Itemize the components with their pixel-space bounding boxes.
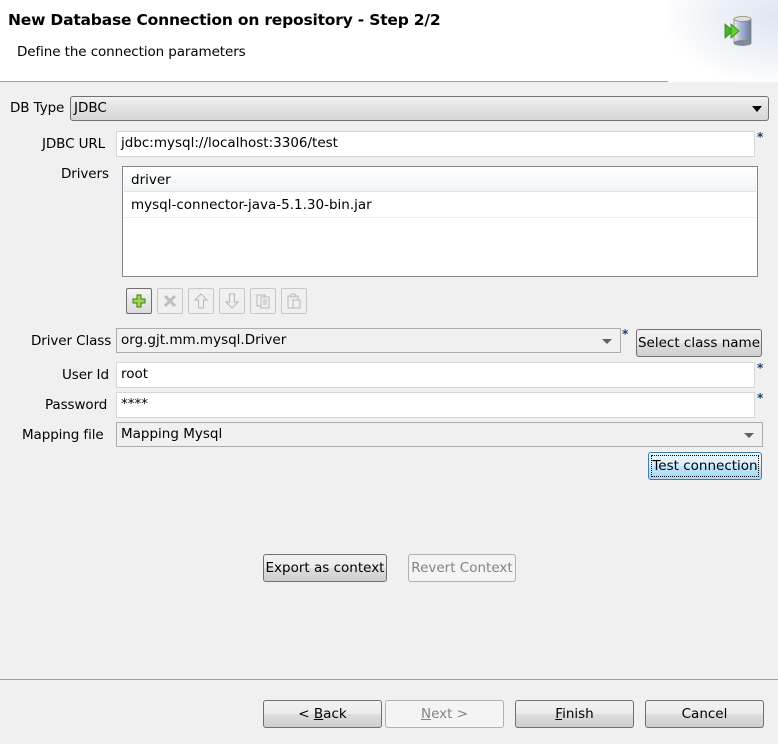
next-mnemonic: N bbox=[420, 706, 432, 722]
db-type-select[interactable]: JDBC bbox=[70, 96, 769, 121]
mapping-file-combo[interactable]: Mapping Mysql bbox=[116, 422, 763, 447]
password-label: Password bbox=[45, 397, 108, 413]
finish-rest: inish bbox=[562, 706, 594, 722]
revert-context-button[interactable]: Revert Context bbox=[408, 554, 516, 582]
paste-icon bbox=[287, 293, 301, 309]
footer-separator bbox=[0, 679, 778, 680]
back-prefix: < bbox=[298, 706, 314, 722]
mapping-file-label: Mapping file bbox=[22, 427, 104, 443]
paste-button[interactable] bbox=[281, 288, 307, 314]
drivers-label: Drivers bbox=[61, 166, 109, 182]
move-down-button[interactable] bbox=[219, 288, 245, 314]
driver-class-combo[interactable]: org.gjt.mm.mysql.Driver bbox=[116, 328, 621, 353]
chevron-down-icon bbox=[744, 433, 754, 438]
required-marker: * bbox=[757, 361, 764, 375]
cancel-button[interactable]: Cancel bbox=[645, 700, 764, 728]
driver-class-label: Driver Class bbox=[31, 333, 112, 349]
back-mnemonic: B bbox=[313, 706, 324, 722]
back-button[interactable]: < Back bbox=[263, 700, 382, 728]
jdbc-url-label: JDBC URL bbox=[42, 136, 106, 152]
move-up-button[interactable] bbox=[188, 288, 214, 314]
wizard-header: New Database Connection on repository - … bbox=[0, 0, 778, 82]
test-connection-button[interactable]: Test connection bbox=[648, 452, 762, 480]
wizard-subtitle: Define the connection parameters bbox=[17, 44, 246, 60]
drivers-column-header[interactable]: driver bbox=[124, 168, 756, 192]
select-class-name-button[interactable]: Select class name bbox=[636, 329, 762, 357]
header-banner-bg bbox=[668, 0, 778, 82]
table-row[interactable]: mysql-connector-java-5.1.30-bin.jar bbox=[124, 193, 756, 218]
finish-button[interactable]: Finish bbox=[515, 700, 634, 728]
required-marker: * bbox=[757, 391, 764, 405]
db-type-label: DB Type bbox=[10, 100, 65, 116]
jdbc-url-input[interactable]: jdbc:mysql://localhost:3306/test bbox=[116, 131, 755, 157]
copy-icon bbox=[256, 294, 270, 309]
export-as-context-button[interactable]: Export as context bbox=[263, 554, 387, 582]
copy-button[interactable] bbox=[250, 288, 276, 314]
user-id-label: User Id bbox=[62, 367, 109, 383]
db-type-value: JDBC bbox=[74, 100, 107, 116]
wizard-title: New Database Connection on repository - … bbox=[8, 11, 441, 29]
back-rest: ack bbox=[323, 706, 347, 722]
delete-x-icon bbox=[163, 294, 177, 308]
mapping-file-value: Mapping Mysql bbox=[121, 426, 223, 442]
password-input[interactable]: **** bbox=[116, 392, 755, 418]
remove-driver-button[interactable] bbox=[157, 288, 183, 314]
chevron-down-icon bbox=[602, 339, 612, 344]
test-connection-label: Test connection bbox=[652, 458, 758, 474]
database-wizard-icon bbox=[724, 16, 752, 46]
driver-class-value: org.gjt.mm.mysql.Driver bbox=[121, 332, 287, 348]
arrow-down-icon bbox=[225, 293, 239, 309]
user-id-input[interactable]: root bbox=[116, 362, 755, 388]
chevron-down-icon bbox=[752, 106, 762, 112]
required-marker: * bbox=[757, 130, 764, 144]
arrow-up-icon bbox=[194, 293, 208, 309]
required-marker: * bbox=[622, 327, 629, 341]
next-button[interactable]: Next > bbox=[385, 700, 504, 728]
plus-icon bbox=[132, 294, 146, 308]
drivers-table[interactable]: driver mysql-connector-java-5.1.30-bin.j… bbox=[122, 166, 758, 277]
next-rest: ext > bbox=[431, 706, 469, 722]
add-driver-button[interactable] bbox=[126, 288, 152, 314]
